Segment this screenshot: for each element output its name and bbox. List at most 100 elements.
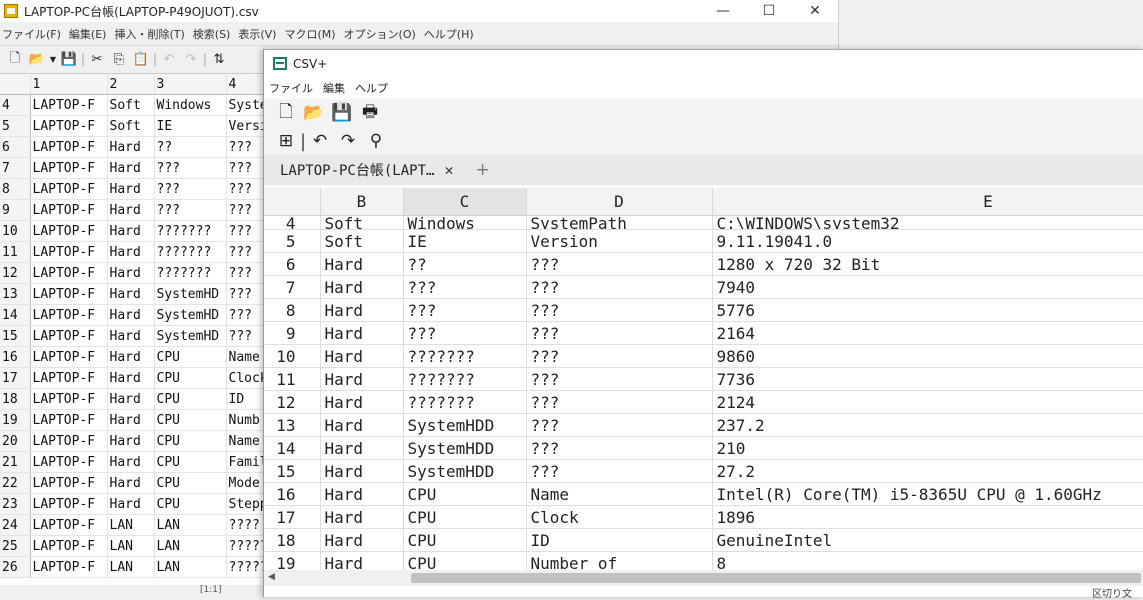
grid-viewport[interactable]: BCDE 4 Soft Windows SystemPath C:\WINDOWS\sy… bbox=[264, 188, 1143, 570]
table-cell[interactable]: ?? bbox=[154, 136, 227, 158]
undo-icon[interactable]: ↶ bbox=[306, 131, 334, 151]
table-cell[interactable]: Hard bbox=[320, 436, 404, 460]
table-cell[interactable]: LAPTOP-F bbox=[30, 283, 108, 305]
table-cell[interactable]: Hard bbox=[320, 321, 404, 345]
table-cell[interactable]: ??? bbox=[526, 321, 713, 345]
table-cell[interactable]: Hard bbox=[107, 241, 155, 263]
table-cell[interactable]: Hard bbox=[107, 304, 155, 326]
copy-icon[interactable]: ⎘ bbox=[108, 52, 130, 67]
row-number[interactable]: 8 bbox=[264, 298, 321, 322]
row-number[interactable]: 20 bbox=[0, 430, 31, 452]
table-cell[interactable]: GenuineIntel bbox=[712, 528, 1143, 552]
row-number[interactable]: 24 bbox=[0, 514, 31, 536]
row-number[interactable]: 14 bbox=[264, 436, 321, 460]
table-cell[interactable]: CPU bbox=[403, 528, 527, 552]
table-cell[interactable]: Windows bbox=[403, 215, 527, 230]
table-cell[interactable]: CPU bbox=[154, 346, 227, 368]
row-number[interactable]: 16 bbox=[264, 482, 321, 506]
table-cell[interactable]: ??? bbox=[526, 298, 713, 322]
menu-edit[interactable]: 編集 bbox=[318, 80, 350, 96]
row-number[interactable]: 11 bbox=[0, 241, 31, 263]
table-cell[interactable]: Hard bbox=[107, 136, 155, 158]
table-cell[interactable]: LAN bbox=[107, 535, 155, 557]
row-number[interactable]: 10 bbox=[264, 344, 321, 368]
table-cell[interactable]: 9.11.19041.0 bbox=[712, 229, 1143, 253]
table-cell[interactable]: ??????? bbox=[154, 262, 227, 284]
table-cell[interactable]: CPU bbox=[154, 472, 227, 494]
scroll-left-icon[interactable]: ◀ bbox=[268, 572, 275, 582]
row-number[interactable]: 12 bbox=[0, 262, 31, 284]
close-button[interactable]: ✕ bbox=[792, 0, 838, 22]
table-cell[interactable]: Hard bbox=[320, 252, 404, 276]
undo-icon[interactable]: ↶ bbox=[158, 52, 180, 67]
table-cell[interactable]: 7940 bbox=[712, 275, 1143, 299]
table-cell[interactable]: ??? bbox=[526, 252, 713, 276]
table-cell[interactable]: Version bbox=[526, 229, 713, 253]
row-number[interactable]: 6 bbox=[0, 136, 31, 158]
row-number[interactable]: 5 bbox=[0, 115, 31, 137]
table-cell[interactable]: Hard bbox=[107, 199, 155, 221]
dropdown-icon[interactable]: ▼ bbox=[48, 55, 58, 64]
table-cell[interactable]: ??? bbox=[526, 436, 713, 460]
table-cell[interactable]: Hard bbox=[107, 178, 155, 200]
table-cell[interactable]: ?? bbox=[403, 252, 527, 276]
table-cell[interactable]: SystemHD bbox=[154, 304, 227, 326]
table-cell[interactable]: Hard bbox=[107, 346, 155, 368]
table-cell[interactable]: Hard bbox=[320, 482, 404, 506]
table-cell[interactable]: 27.2 bbox=[712, 459, 1143, 483]
table-cell[interactable]: Hard bbox=[320, 551, 404, 570]
table-cell[interactable]: 8 bbox=[712, 551, 1143, 570]
table-cell[interactable]: ??????? bbox=[154, 220, 227, 242]
table-cell[interactable]: Hard bbox=[320, 275, 404, 299]
table-cell[interactable]: LAPTOP-F bbox=[30, 346, 108, 368]
table-cell[interactable]: 1280 x 720 32 Bit bbox=[712, 252, 1143, 276]
table-cell[interactable]: LAN bbox=[154, 535, 227, 557]
table-cell[interactable]: CPU bbox=[154, 409, 227, 431]
table-cell[interactable]: Hard bbox=[107, 388, 155, 410]
table-cell[interactable]: Hard bbox=[107, 325, 155, 347]
row-number[interactable]: 19 bbox=[264, 551, 321, 570]
table-cell[interactable]: Windows bbox=[154, 94, 227, 116]
save-icon[interactable]: 💾 bbox=[328, 103, 356, 123]
table-cell[interactable]: 2124 bbox=[712, 390, 1143, 414]
table-cell[interactable]: Hard bbox=[320, 459, 404, 483]
row-number[interactable]: 17 bbox=[264, 505, 321, 529]
table-cell[interactable]: Hard bbox=[107, 262, 155, 284]
table-cell[interactable]: Soft bbox=[107, 115, 155, 137]
row-number[interactable]: 11 bbox=[264, 367, 321, 391]
menu-file[interactable]: ファイル bbox=[264, 80, 318, 96]
menu-edit[interactable]: 編集(E) bbox=[67, 26, 113, 42]
row-number[interactable]: 4 bbox=[264, 215, 321, 230]
open-folder-icon[interactable]: 📂 bbox=[26, 52, 48, 67]
table-cell[interactable]: SystemPath bbox=[526, 215, 713, 230]
table-cell[interactable]: Clock bbox=[526, 505, 713, 529]
row-number[interactable]: 7 bbox=[0, 157, 31, 179]
menu-view[interactable]: 表示(V) bbox=[236, 26, 282, 42]
menu-insert-delete[interactable]: 挿入・削除(T) bbox=[112, 26, 190, 42]
menu-file[interactable]: ファイル(F) bbox=[0, 26, 67, 42]
table-cell[interactable]: LAPTOP-F bbox=[30, 430, 108, 452]
column-header[interactable]: C bbox=[403, 188, 527, 216]
table-cell[interactable]: Hard bbox=[107, 451, 155, 473]
column-header[interactable]: 1 bbox=[30, 74, 108, 95]
column-header[interactable]: B bbox=[320, 188, 404, 216]
row-number[interactable]: 14 bbox=[0, 304, 31, 326]
title-bar[interactable]: CSV+ bbox=[264, 50, 1143, 77]
table-cell[interactable]: CPU bbox=[403, 551, 527, 570]
table-cell[interactable]: SystemHD bbox=[154, 325, 227, 347]
title-bar[interactable]: LAPTOP-PC台帳(LAPTOP-P49OJUOT).csv — ☐ ✕ bbox=[0, 0, 838, 22]
column-header[interactable]: E bbox=[712, 188, 1143, 216]
table-cell[interactable]: SystemHDD bbox=[403, 459, 527, 483]
table-cell[interactable]: LAPTOP-F bbox=[30, 178, 108, 200]
row-number[interactable]: 13 bbox=[264, 413, 321, 437]
table-cell[interactable]: Soft bbox=[107, 94, 155, 116]
row-number[interactable]: 22 bbox=[0, 472, 31, 494]
redo-icon[interactable]: ↷ bbox=[180, 52, 202, 67]
row-number[interactable]: 23 bbox=[0, 493, 31, 515]
table-cell[interactable]: ??? bbox=[403, 298, 527, 322]
table-cell[interactable]: Hard bbox=[107, 220, 155, 242]
table-cell[interactable]: ??? bbox=[154, 199, 227, 221]
table-cell[interactable]: Hard bbox=[107, 409, 155, 431]
menu-help[interactable]: ヘルプ(H) bbox=[422, 26, 480, 42]
row-number[interactable]: 15 bbox=[0, 325, 31, 347]
